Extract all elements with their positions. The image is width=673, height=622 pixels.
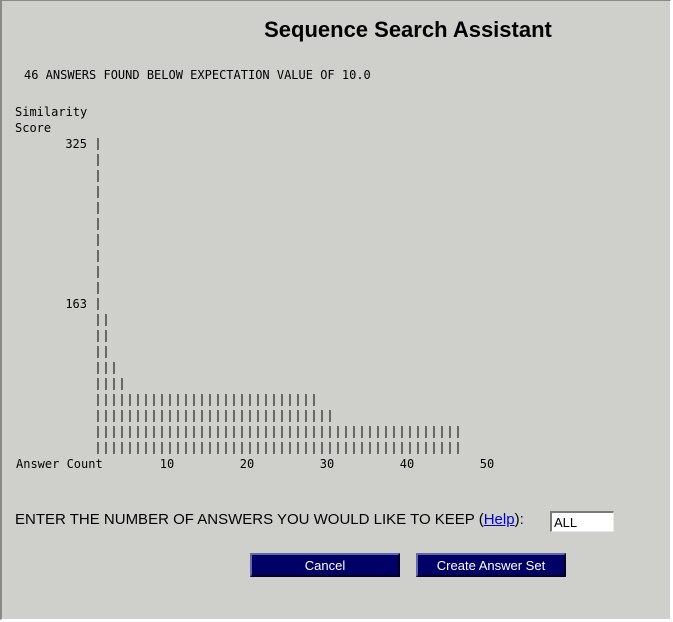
keep-answers-label: ENTER THE NUMBER OF ANSWERS YOU WOULD LI… xyxy=(15,511,484,528)
x-tick-label: 30 xyxy=(320,457,334,471)
x-tick-label: 10 xyxy=(160,457,174,471)
help-link[interactable]: Help xyxy=(484,511,515,528)
y-axis-label-line: Similarity xyxy=(15,105,87,119)
x-axis-label: Answer Count xyxy=(16,457,103,471)
y-tick-label: 325 xyxy=(65,137,87,151)
score-histogram: Similarity Score 163 325 Answer Count 10 20 30 4… xyxy=(15,105,494,471)
keep-answers-prompt: ENTER THE NUMBER OF ANSWERS YOU WOULD LI… xyxy=(15,511,524,528)
create-answer-set-button[interactable]: Create Answer Set xyxy=(416,553,566,577)
y-axis-label-line: Score xyxy=(15,121,51,135)
y-tick-label: 163 xyxy=(65,297,87,311)
cancel-button[interactable]: Cancel xyxy=(250,553,400,577)
answers-to-keep-input[interactable] xyxy=(550,511,614,532)
x-tick-label: 50 xyxy=(480,457,494,471)
keep-answers-suffix: ): xyxy=(514,511,524,528)
x-tick-label: 20 xyxy=(240,457,254,471)
page-frame: Sequence Search Assistant 46 ANSWERS FOU… xyxy=(0,0,671,620)
x-tick-label: 40 xyxy=(400,457,414,471)
